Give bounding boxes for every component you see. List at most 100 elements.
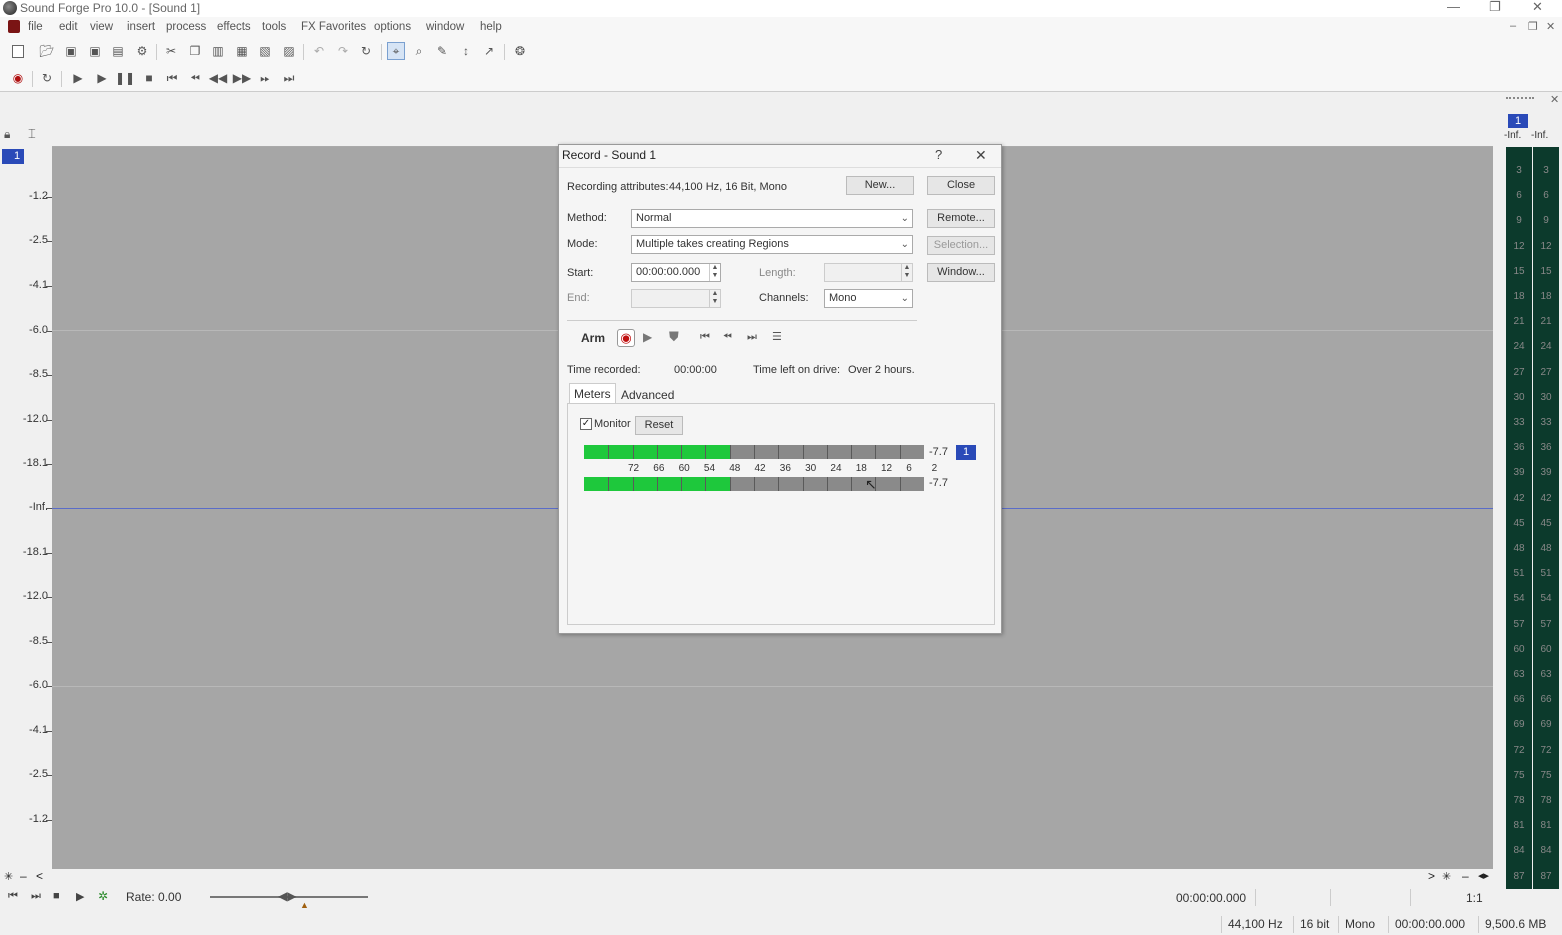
menu-file[interactable]: file [28, 21, 43, 33]
open-icon[interactable]: 📂︎ [38, 42, 56, 60]
lock-icon[interactable]: 🔒︎ [4, 127, 10, 142]
dialog-close-icon[interactable]: ✕ [975, 147, 987, 164]
start-input[interactable]: 00:00:00.000 ▲ ▼ [631, 263, 721, 282]
cut-icon[interactable]: ✂ [162, 42, 180, 60]
start-spinner[interactable]: ▲ ▼ [709, 264, 720, 281]
magnify-tool-icon[interactable]: ⌕ [410, 42, 428, 60]
tab-advanced[interactable]: Advanced [617, 385, 678, 405]
time-ruler[interactable] [52, 105, 1493, 147]
play-as-sample-icon[interactable]: ✲ [98, 889, 108, 903]
window-button[interactable]: Window... [927, 263, 995, 282]
menu-window[interactable]: window [426, 21, 464, 33]
play-mini-icon[interactable]: ▶ [76, 890, 84, 903]
new-button[interactable]: New... [846, 176, 914, 195]
level-meter-segment [633, 477, 634, 491]
properties-icon[interactable]: ⚙ [133, 42, 151, 60]
rate-slider-thumb[interactable]: ◀▶ [278, 889, 300, 903]
go-to-start-icon[interactable]: ⏮︎ [163, 69, 181, 87]
menu-fx-favorites[interactable]: FX Favorites [301, 21, 366, 33]
zoom-in-icon[interactable]: ✳ [4, 870, 13, 883]
go-to-start-icon[interactable]: ⏮︎ [700, 331, 710, 344]
play-icon[interactable]: ▶ [643, 330, 652, 344]
menu-process[interactable]: process [166, 21, 206, 33]
track-settings-icon[interactable]: ⌶ [28, 126, 36, 142]
previous-icon[interactable]: ⏪︎ [186, 69, 204, 87]
go-to-end-icon[interactable]: ⏭︎ [280, 69, 298, 87]
meters-close-icon[interactable]: ✕ [1550, 93, 1559, 106]
snap-icon[interactable]: ❂ [511, 42, 529, 60]
go-to-start-mini-icon[interactable]: ⏮︎ [8, 890, 18, 903]
menu-help[interactable]: help [480, 21, 502, 33]
record-icon[interactable]: ◉ [9, 69, 27, 87]
pencil-tool-icon[interactable]: ✎ [433, 42, 451, 60]
paste-icon[interactable]: ▥ [209, 42, 227, 60]
render-icon[interactable]: ▤ [109, 42, 127, 60]
restore-button[interactable]: ❐ [1489, 0, 1501, 15]
menu-edit[interactable]: edit [59, 21, 78, 33]
mode-select[interactable]: Multiple takes creating Regions ⌄ [631, 235, 913, 254]
copy-icon[interactable]: ❐ [186, 42, 204, 60]
save-as-icon[interactable]: ▣ [86, 42, 104, 60]
play-all-icon[interactable]: ▶ [69, 69, 87, 87]
minimize-button[interactable]: — [1447, 0, 1460, 14]
arm-button[interactable]: Arm [581, 331, 605, 345]
drop-marker-icon[interactable]: ⛊ [669, 329, 679, 345]
end-input[interactable]: ▲ ▼ [631, 289, 721, 308]
undo-icon[interactable]: ↶ [310, 42, 328, 60]
fast-forward-icon[interactable]: ▶▶ [233, 69, 251, 87]
go-to-end-icon[interactable]: ⏭︎ [747, 331, 757, 344]
save-icon[interactable]: ▣ [62, 42, 80, 60]
menu-options[interactable]: options [374, 21, 411, 33]
rewind-icon[interactable]: ⏪︎ [723, 331, 732, 344]
redo-icon[interactable]: ↷ [334, 42, 352, 60]
paste-special-icon[interactable]: ▦ [233, 42, 251, 60]
mdi-minimize-button[interactable]: – [1510, 20, 1516, 32]
play-icon[interactable]: ▶ [93, 69, 111, 87]
method-select[interactable]: Normal ⌄ [631, 209, 913, 228]
trim-icon[interactable]: ▨ [280, 42, 298, 60]
edit-tool-icon[interactable]: ⌖ [387, 42, 405, 60]
envelope-tool-icon[interactable]: ↕ [457, 42, 475, 60]
reset-button[interactable]: Reset [635, 416, 683, 435]
rewind-icon[interactable]: ◀◀ [209, 69, 227, 87]
h-zoom-in-icon[interactable]: ✳ [1442, 870, 1451, 883]
scroll-left-icon[interactable]: < [36, 869, 43, 883]
stop-mini-icon[interactable]: ■ [53, 890, 60, 902]
zoom-out-icon[interactable]: – [20, 869, 27, 883]
tab-meters[interactable]: Meters [569, 383, 616, 403]
counter-icon[interactable]: ☰ [772, 330, 782, 343]
h-zoom-out-icon[interactable]: – [1462, 869, 1469, 883]
level-meter-segment [633, 445, 634, 459]
next-icon[interactable]: ⏩︎ [256, 69, 274, 87]
new-icon[interactable] [9, 42, 27, 60]
length-input[interactable]: ▲ ▼ [824, 263, 913, 282]
scroll-right-icon[interactable]: > [1428, 869, 1435, 883]
close-button[interactable]: ✕ [1532, 0, 1543, 15]
pause-icon[interactable]: ❚❚ [115, 69, 135, 87]
loop-icon[interactable]: ↻ [38, 69, 56, 87]
go-to-end-mini-icon[interactable]: ⏭︎ [31, 890, 41, 903]
mix-icon[interactable]: ▧ [256, 42, 274, 60]
mdi-restore-button[interactable]: ❐ [1528, 20, 1538, 33]
end-spinner[interactable]: ▲ ▼ [709, 290, 720, 307]
document-icon[interactable] [8, 20, 20, 33]
record-icon[interactable]: ◉ [617, 329, 635, 347]
menu-effects[interactable]: effects [217, 21, 251, 33]
rate-label: Rate: 0.00 [126, 890, 182, 904]
h-zoom-fit-icon[interactable]: ◂▸ [1478, 869, 1489, 882]
help-button[interactable]: ? [935, 147, 942, 162]
stop-icon[interactable]: ■ [140, 69, 158, 87]
mdi-close-button[interactable]: ✕ [1546, 20, 1555, 33]
horizontal-scrollbar[interactable]: ✳ – < > ✳ – ◂▸ [0, 869, 1498, 885]
remote-button[interactable]: Remote... [927, 209, 995, 228]
repeat-icon[interactable]: ↻ [357, 42, 375, 60]
menu-view[interactable]: view [90, 21, 113, 33]
menu-tools[interactable]: tools [262, 21, 286, 33]
event-tool-icon[interactable]: ↗ [480, 42, 498, 60]
length-spinner[interactable]: ▲ ▼ [901, 264, 912, 281]
selection-button[interactable]: Selection... [927, 236, 995, 255]
channels-select[interactable]: Mono ⌄ [824, 289, 913, 308]
close-dialog-button[interactable]: Close [927, 176, 995, 195]
menu-insert[interactable]: insert [127, 21, 155, 33]
monitor-checkbox[interactable]: ✓ [580, 418, 592, 430]
